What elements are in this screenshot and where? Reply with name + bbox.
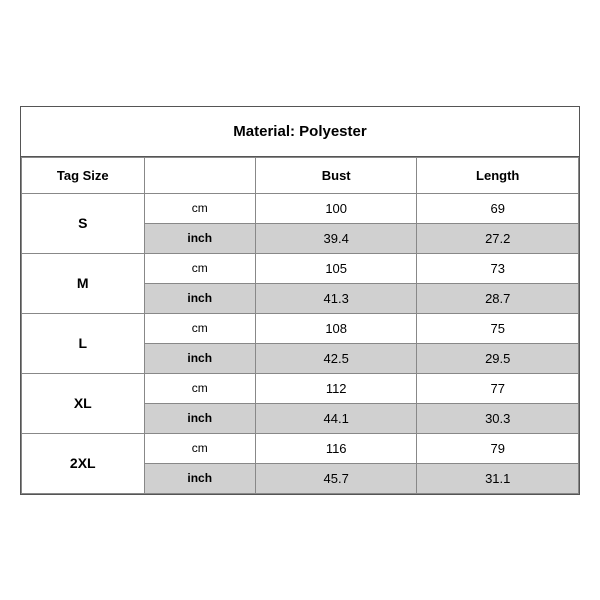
- header-unit: [144, 157, 255, 193]
- table-row: Scm10069: [22, 193, 579, 223]
- unit-cm: cm: [144, 373, 255, 403]
- bust-inch: 44.1: [255, 403, 417, 433]
- header-tag-size: Tag Size: [22, 157, 145, 193]
- unit-inch: inch: [144, 463, 255, 493]
- unit-inch: inch: [144, 283, 255, 313]
- length-cm: 75: [417, 313, 579, 343]
- unit-inch: inch: [144, 223, 255, 253]
- length-inch: 29.5: [417, 343, 579, 373]
- unit-cm: cm: [144, 253, 255, 283]
- length-inch: 30.3: [417, 403, 579, 433]
- length-cm: 77: [417, 373, 579, 403]
- size-label: 2XL: [22, 433, 145, 493]
- bust-inch: 41.3: [255, 283, 417, 313]
- table-row: Mcm10573: [22, 253, 579, 283]
- unit-cm: cm: [144, 433, 255, 463]
- size-chart-container: Material: Polyester Tag Size Bust Length…: [20, 106, 580, 495]
- unit-cm: cm: [144, 313, 255, 343]
- size-label: S: [22, 193, 145, 253]
- bust-inch: 45.7: [255, 463, 417, 493]
- bust-cm: 108: [255, 313, 417, 343]
- unit-cm: cm: [144, 193, 255, 223]
- bust-cm: 112: [255, 373, 417, 403]
- chart-title: Material: Polyester: [21, 107, 579, 157]
- table-row: 2XLcm11679: [22, 433, 579, 463]
- length-inch: 31.1: [417, 463, 579, 493]
- header-bust: Bust: [255, 157, 417, 193]
- bust-cm: 100: [255, 193, 417, 223]
- length-cm: 73: [417, 253, 579, 283]
- bust-inch: 39.4: [255, 223, 417, 253]
- length-cm: 69: [417, 193, 579, 223]
- bust-cm: 116: [255, 433, 417, 463]
- table-row: Lcm10875: [22, 313, 579, 343]
- size-table: Tag Size Bust Length Scm10069inch39.427.…: [21, 157, 579, 494]
- size-label: M: [22, 253, 145, 313]
- size-label: L: [22, 313, 145, 373]
- unit-inch: inch: [144, 343, 255, 373]
- table-row: XLcm11277: [22, 373, 579, 403]
- bust-inch: 42.5: [255, 343, 417, 373]
- header-length: Length: [417, 157, 579, 193]
- unit-inch: inch: [144, 403, 255, 433]
- length-inch: 27.2: [417, 223, 579, 253]
- bust-cm: 105: [255, 253, 417, 283]
- size-label: XL: [22, 373, 145, 433]
- length-inch: 28.7: [417, 283, 579, 313]
- length-cm: 79: [417, 433, 579, 463]
